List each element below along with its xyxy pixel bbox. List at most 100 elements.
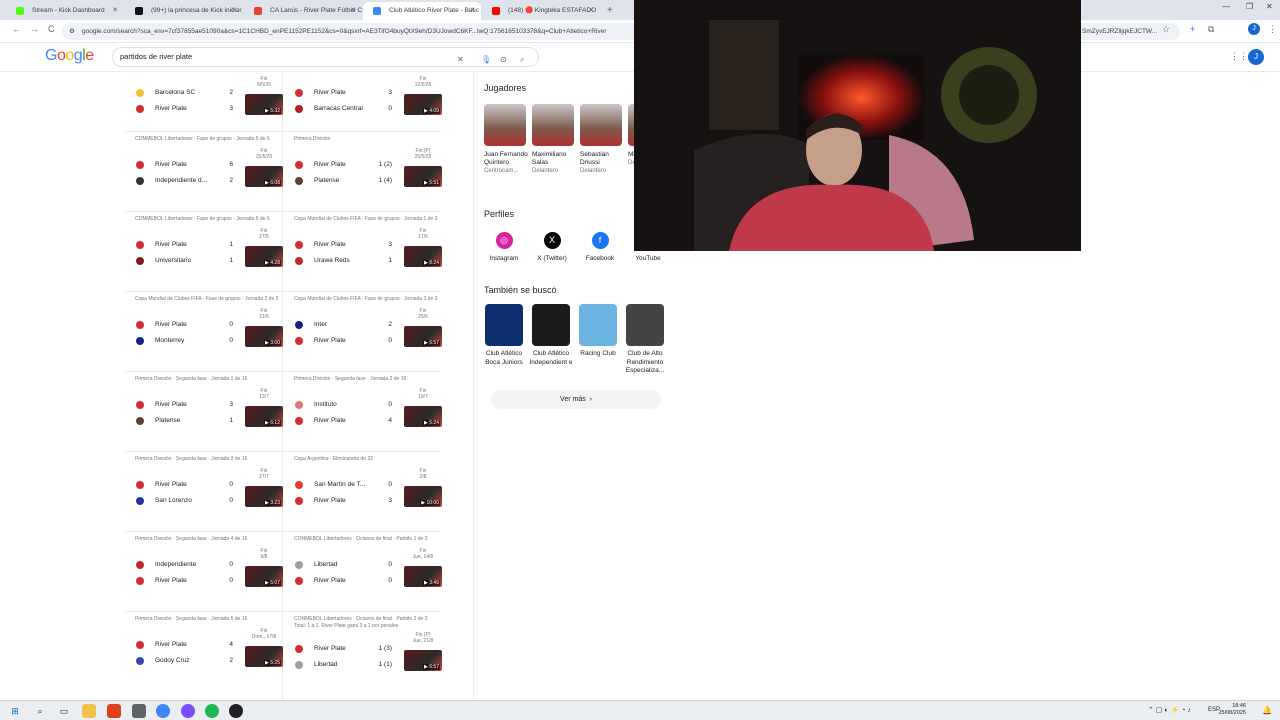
match-card[interactable]: Copa Mundial de Clubes FIFA · Fase de gr… [135, 296, 287, 376]
reload-icon[interactable]: C [48, 24, 55, 34]
also-searched-item[interactable]: Racing Club [576, 304, 620, 359]
team-row: River Plate 1 (2) [294, 160, 414, 170]
match-card[interactable]: Primera División · Segunda fase · Jornad… [294, 376, 446, 456]
highlight-video-thumbnail[interactable]: ▶ 5:24 [404, 406, 442, 427]
highlight-video-thumbnail[interactable]: ▶ 3:49 [404, 566, 442, 587]
tab-2[interactable]: (99+) la princesa de Kick iniciar ✕ [125, 2, 243, 20]
tab-5[interactable]: (148) 🔴 Kingteka ESTAFADO ✕ [482, 2, 600, 20]
match-competition: CONMEBOL Libertadores · Octavos de final… [294, 616, 428, 629]
account-avatar[interactable]: J [1248, 49, 1264, 65]
search-icon[interactable]: ⌕ [520, 51, 524, 69]
match-card[interactable]: Primera División · Segunda fase · Jornad… [135, 456, 287, 536]
extension-plus-icon[interactable]: + [1190, 24, 1195, 34]
match-card[interactable]: River Plate 3 Barracas Central 0 Fin 12/5/25… [294, 72, 446, 144]
bookmark-star-icon[interactable]: ☆ [1162, 24, 1170, 35]
also-searched-item[interactable]: Club Atlético Independient e [529, 304, 573, 367]
team-name: Barcelona SC [155, 89, 196, 96]
match-card[interactable]: CONMEBOL Libertadores · Octavos de final… [294, 616, 446, 696]
highlight-video-thumbnail[interactable]: ▶ 5:07 [245, 566, 283, 587]
search-input[interactable]: partidos de river plate ✕ 🎙 ⊙ ⌕ [112, 47, 539, 67]
profile-link-3[interactable]: f Facebook [578, 232, 622, 262]
file-explorer-icon[interactable] [82, 704, 96, 718]
highlight-video-thumbnail[interactable]: ▶ 6:12 [245, 406, 283, 427]
close-window-icon[interactable]: ✕ [1266, 2, 1273, 11]
app-icon[interactable] [132, 704, 146, 718]
duration-text: 8:24 [429, 260, 439, 266]
clock[interactable]: 18:46 25/08/2025 [1218, 703, 1246, 717]
site-info-icon[interactable]: ⚙ [69, 23, 75, 40]
highlight-video-thumbnail[interactable]: ▶ 5:51 [404, 166, 442, 187]
player-card[interactable]: Maximiliano Salas Delantero [532, 104, 576, 175]
match-card[interactable]: Primera División · Segunda fase · Jornad… [135, 376, 287, 456]
clear-icon[interactable]: ✕ [457, 51, 464, 69]
system-tray-icons[interactable]: ⌃ ▢ ◐ ⚡ ◔ ♪ [1148, 706, 1191, 714]
profile-avatar-icon[interactable]: J [1248, 23, 1260, 35]
also-searched-item[interactable]: Club Atlético Boca Juniors [482, 304, 526, 367]
tab-close-icon[interactable]: ✕ [469, 2, 475, 20]
tab-close-icon[interactable]: ✕ [112, 2, 118, 20]
match-card[interactable]: CONMEBOL Libertadores · Fase de grupos ·… [135, 216, 287, 296]
recording-app-icon[interactable] [229, 704, 243, 718]
highlight-video-thumbnail[interactable]: ▶ 3:23 [245, 486, 283, 507]
notifications-icon[interactable]: 🔔 [1262, 706, 1272, 715]
match-card[interactable]: CONMEBOL Libertadores · Fase de grupos ·… [135, 136, 287, 216]
highlight-video-thumbnail[interactable]: ▶ 3:00 [245, 326, 283, 347]
tab-close-icon[interactable]: ✕ [588, 2, 594, 20]
player-card[interactable]: Sebastián Driussi Delantero [580, 104, 624, 175]
obs-icon[interactable] [181, 704, 195, 718]
profile-link-2[interactable]: X X (Twitter) [530, 232, 574, 262]
match-card[interactable]: Barcelona SC 2 River Plate 3 Fin 8/5/25 ▶ 5:3… [135, 72, 287, 144]
highlight-video-thumbnail[interactable]: ▶ 8:24 [404, 246, 442, 267]
extensions-icon[interactable]: ⧉ [1208, 24, 1214, 35]
back-icon[interactable]: ← [12, 24, 21, 34]
tab-1[interactable]: Stream - Kick Dashboard ✕ [6, 2, 124, 20]
highlight-video-thumbnail[interactable]: ▶ 6:57 [404, 326, 442, 347]
forward-icon[interactable]: → [30, 24, 39, 34]
video-duration: ▶ 6:12 [264, 420, 281, 426]
match-card[interactable]: Copa Mundial de Clubes FIFA · Fase de gr… [294, 296, 446, 376]
apps-grid-icon[interactable]: ⋮⋮ [1230, 51, 1248, 62]
match-card[interactable]: Copa Mundial de Clubes FIFA · Fase de gr… [294, 216, 446, 296]
new-tab-button[interactable]: + [601, 2, 619, 20]
match-card[interactable]: CONMEBOL Libertadores · Octavos de final… [294, 536, 446, 616]
profile-link-1[interactable]: ◎ Instagram [482, 232, 526, 262]
team-row: River Plate 0 [294, 336, 414, 346]
player-card[interactable]: Juan Fernando Quintero Centrocam... [484, 104, 528, 175]
match-card[interactable]: Copa Argentina · Eliminatoria de 32 San M… [294, 456, 446, 536]
match-card[interactable]: Primera División River Plate 1 (2) Platense… [294, 136, 446, 216]
highlight-video-thumbnail[interactable]: ▶ 10:00 [404, 486, 442, 507]
match-card[interactable]: Primera División · Segunda fase · Jornad… [135, 536, 287, 616]
chrome-icon[interactable] [156, 704, 170, 718]
team-crest-icon [295, 401, 303, 409]
match-status: Fin 12/5/25 [414, 76, 432, 88]
highlight-video-thumbnail[interactable]: ▶ 5:25 [245, 646, 283, 667]
also-searched-item[interactable]: Club de Alto Rendimiento Especializa... [623, 304, 667, 376]
menu-icon[interactable]: ⋮ [1268, 24, 1277, 35]
google-logo[interactable]: Google [45, 47, 94, 65]
highlight-video-thumbnail[interactable]: ▶ 6:57 [404, 650, 442, 671]
highlight-video-thumbnail[interactable]: ▶ 4:09 [404, 94, 442, 115]
lens-icon[interactable]: ⊙ [500, 51, 507, 69]
ver-mas-button[interactable]: Ver más › [491, 390, 661, 409]
maximize-icon[interactable]: ❐ [1246, 2, 1253, 11]
profile-name: Instagram [489, 255, 519, 262]
tab-close-icon[interactable]: ✕ [350, 2, 356, 20]
duration-text: 6:08 [270, 180, 280, 186]
duration-text: 4:09 [429, 108, 439, 114]
highlight-video-thumbnail[interactable]: ▶ 6:08 [245, 166, 283, 187]
task-view-icon[interactable]: ▭ [57, 704, 71, 718]
tab-close-icon[interactable]: ✕ [231, 2, 237, 20]
profile-icon: f [591, 232, 609, 249]
highlight-video-thumbnail[interactable]: ▶ 5:32 [245, 94, 283, 115]
taskbar-search-icon[interactable]: ⌕ [33, 704, 47, 718]
highlight-video-thumbnail[interactable]: ▶ 4:28 [245, 246, 283, 267]
mic-icon[interactable]: 🎙 [481, 51, 491, 69]
match-card[interactable]: Primera División · Segunda fase · Jornad… [135, 616, 287, 696]
player-role: Delantero [580, 168, 607, 174]
windows-start-icon[interactable]: ⊞ [8, 704, 22, 718]
brave-icon[interactable] [107, 704, 121, 718]
minimize-icon[interactable]: — [1222, 2, 1230, 11]
tab-4[interactable]: Club Atlético River Plate - Busc ✕ [363, 2, 481, 20]
spotify-icon[interactable] [205, 704, 219, 718]
tab-3[interactable]: CA Lanús - River Plate Fútbol C ✕ [244, 2, 362, 20]
